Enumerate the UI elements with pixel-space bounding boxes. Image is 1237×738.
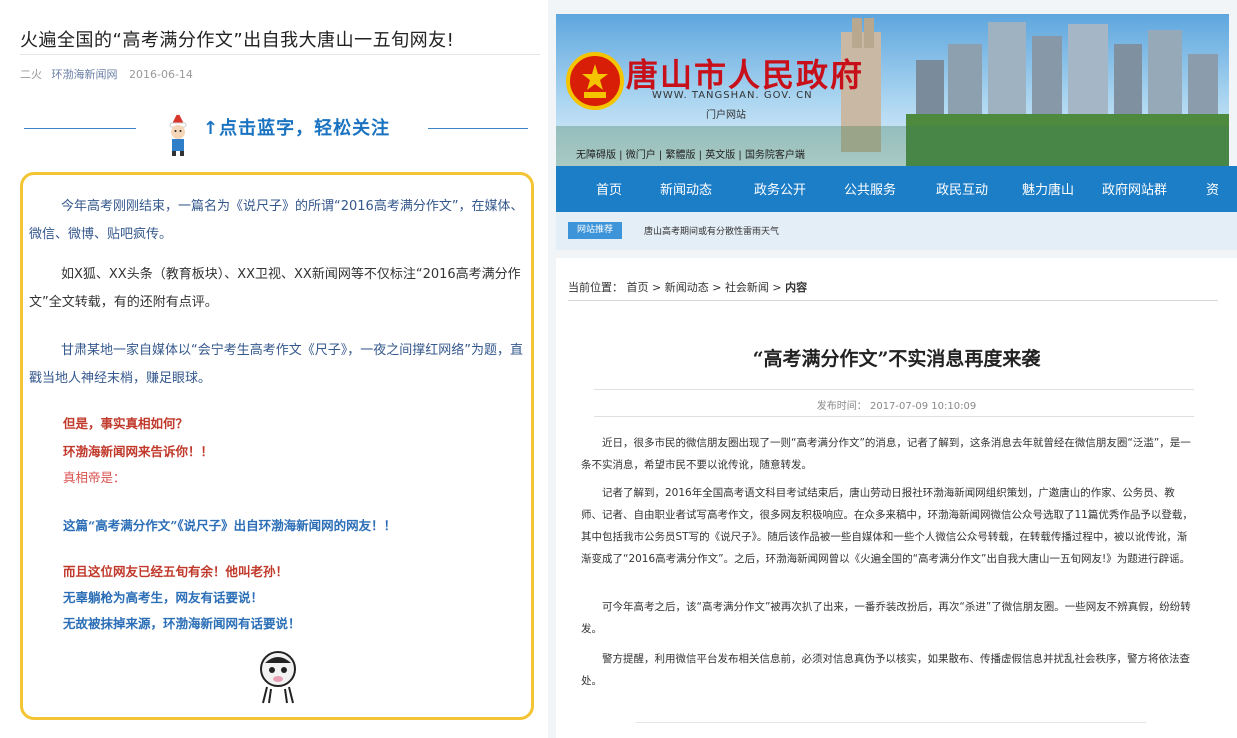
breadcrumb-news[interactable]: 新闻动态: [665, 281, 709, 294]
paragraph-3: 甘肃某地一家自媒体以“会宁考生高考作文《尺子》，一夜之间撑红网络”为题，直戳当地…: [29, 343, 523, 386]
top-links: 无障碍版 | 微门户 | 繁體版 | 英文版 | 国务院客户端: [576, 150, 805, 161]
headline-divider: [594, 389, 1194, 390]
closing-line-1: 而且这位网友已经五旬有余！他叫老孙！: [63, 564, 289, 579]
closing-line-3: 无故被抹掉来源，环渤海新闻网有话要说！: [63, 616, 301, 631]
article-main: 当前位置： 首页 > 新闻动态 > 社会新闻 > 内容 “高考满分作文”不实消息…: [556, 258, 1237, 738]
follow-prompt[interactable]: ↑点击蓝字，轻松关注: [20, 108, 540, 156]
article-content-box: 今年高考刚刚结束，一篇名为《说尺子》的所谓“2016高考满分作文”，在媒体、微信…: [20, 172, 534, 720]
breadcrumb-social-news[interactable]: 社会新闻: [725, 281, 769, 294]
link-english[interactable]: 英文版: [705, 150, 735, 161]
paragraph-1: 今年高考刚刚结束，一篇名为《说尺子》的所谓“2016高考满分作文”，在媒体、微信…: [29, 199, 524, 242]
national-emblem-icon: [566, 52, 624, 110]
recommend-tag: 网站推荐: [568, 222, 622, 239]
recommend-bar: 网站推荐 唐山高考期间或有分散性雷雨天气: [556, 212, 1237, 250]
body-paragraph-3: 可今年高考之后，该“高考满分作文”被再次扒了出来，一番乔装改扮后，再次“杀进”了…: [581, 601, 1191, 635]
site-url: WWW. TANGSHAN. GOV. CN: [652, 90, 813, 101]
highlight-line-3: 真相帝是：: [63, 470, 126, 485]
nav-news[interactable]: 新闻动态: [660, 179, 712, 198]
article-meta: 二火 环渤海新闻网 2016-06-14: [20, 66, 193, 82]
publish-time: 发布时间： 2017-07-09 10:10:09: [816, 401, 977, 412]
nav-gov-affairs[interactable]: 政务公开: [754, 179, 806, 198]
site-banner: 唐山市人民政府 WWW. TANGSHAN. GOV. CN 门户网站 无障碍版…: [556, 14, 1229, 166]
link-micro-portal[interactable]: 微门户: [626, 150, 656, 161]
source-link[interactable]: 环渤海新闻网: [52, 68, 118, 81]
main-nav: 首页 新闻动态 政务公开 公共服务 政民互动 魅力唐山 政府网站群 资: [556, 166, 1237, 212]
mascot-icon: [169, 111, 187, 156]
breadcrumb: 当前位置： 首页 > 新闻动态 > 社会新闻 > 内容: [568, 281, 808, 294]
sticker-emoji-icon: [260, 651, 296, 704]
nav-public-services[interactable]: 公共服务: [844, 179, 896, 198]
paragraph-2: 如X狐、XX头条（教育板块）、XX卫视、XX新闻网等不仅标注“2016高考满分作…: [29, 267, 521, 310]
link-accessible[interactable]: 无障碍版: [576, 150, 616, 161]
follow-divider-right: [428, 128, 528, 129]
breadcrumb-current: 内容: [785, 281, 808, 294]
nav-site-group[interactable]: 政府网站群: [1102, 179, 1167, 198]
highlight-line-2: 环渤海新闻网来告诉你！！: [63, 444, 214, 459]
breadcrumb-divider: [568, 300, 1218, 301]
author-name: 二火: [20, 68, 42, 81]
time-divider: [594, 416, 1194, 417]
follow-divider-left: [24, 128, 136, 129]
publish-date: 2016-06-14: [129, 68, 193, 81]
breadcrumb-label: 当前位置：: [568, 281, 623, 294]
body-paragraph-4: 警方提醒，利用微信平台发布相关信息前，必须对信息真伪予以核实，如果散布、传播虚假…: [581, 653, 1190, 687]
highlight-line-1: 但是，事实真相如何？: [63, 416, 189, 431]
source-claim-line: 这篇“高考满分作文”《说尺子》出自环渤海新闻网的网友！！: [63, 518, 397, 533]
article-title: 火遍全国的“高考满分作文”出自我大唐山一五旬网友!: [20, 30, 455, 51]
body-paragraph-1: 近日，很多市民的微信朋友圈出现了一则“高考满分作文”的消息，记者了解到，这条消息…: [581, 437, 1191, 471]
bottom-divider: [636, 722, 1146, 723]
follow-text[interactable]: ↑点击蓝字，轻松关注: [203, 114, 390, 140]
closing-line-2: 无辜躺枪为高考生，网友有话要说！: [63, 590, 264, 605]
breadcrumb-home[interactable]: 首页: [627, 281, 649, 294]
link-state-council-app[interactable]: 国务院客户端: [745, 150, 805, 161]
recommend-link[interactable]: 唐山高考期间或有分散性雷雨天气: [644, 224, 779, 237]
nav-interaction[interactable]: 政民互动: [936, 179, 988, 198]
nav-home[interactable]: 首页: [596, 179, 622, 198]
wechat-article-screenshot: 火遍全国的“高考满分作文”出自我大唐山一五旬网友! 二火 环渤海新闻网 2016…: [0, 0, 548, 738]
nav-charm-tangshan[interactable]: 魅力唐山: [1022, 179, 1074, 198]
nav-resources[interactable]: 资: [1206, 179, 1219, 198]
gov-website-screenshot: 唐山市人民政府 WWW. TANGSHAN. GOV. CN 门户网站 无障碍版…: [548, 0, 1237, 738]
title-divider: [20, 54, 540, 55]
body-paragraph-2: 记者了解到，2016年全国高考语文科目考试结束后，唐山劳动日报社环渤海新闻网组织…: [581, 487, 1193, 565]
site-subtitle: 门户网站: [706, 110, 746, 121]
news-headline: “高考满分作文”不实消息再度来袭: [752, 348, 1041, 370]
link-traditional[interactable]: 繁體版: [665, 150, 695, 161]
